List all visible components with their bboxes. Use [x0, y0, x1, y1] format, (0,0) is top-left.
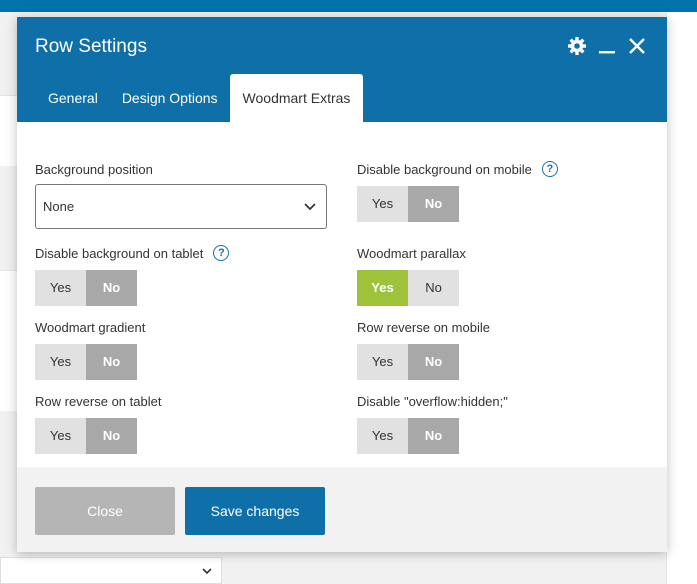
close-button[interactable]: Close [35, 487, 175, 535]
background-position-value: None [43, 199, 75, 214]
tab-design-options[interactable]: Design Options [110, 74, 230, 122]
row-settings-modal: Row Settings General Design Options Wood… [17, 17, 667, 552]
woodmart-parallax-label: Woodmart parallax [357, 245, 466, 261]
woodmart-gradient-label: Woodmart gradient [35, 319, 146, 335]
background-position-label: Background position [35, 161, 153, 177]
woodmart-gradient-toggle: Yes No [35, 344, 137, 380]
yes-option[interactable]: Yes [357, 270, 408, 306]
tab-bar: General Design Options Woodmart Extras [35, 74, 364, 122]
no-option[interactable]: No [86, 344, 137, 380]
yes-option[interactable]: Yes [357, 418, 408, 454]
chevron-down-icon [303, 199, 317, 218]
woodmart-gradient-field: Woodmart gradient Yes No [35, 318, 145, 380]
modal-body: Background position None Disable backgro… [17, 122, 667, 467]
yes-option[interactable]: Yes [357, 344, 408, 380]
no-option[interactable]: No [408, 344, 459, 380]
disable-bg-tablet-field: Disable background on tablet ? Yes No [35, 244, 230, 306]
tab-general[interactable]: General [35, 74, 110, 122]
disable-bg-mobile-toggle: Yes No [357, 186, 459, 222]
no-option[interactable]: No [86, 418, 137, 454]
background-position-select[interactable]: None [35, 184, 327, 229]
tab-woodmart-extras[interactable]: Woodmart Extras [229, 74, 364, 122]
yes-option[interactable]: Yes [357, 186, 408, 222]
no-option[interactable]: No [408, 418, 459, 454]
woodmart-parallax-field: Woodmart parallax Yes No [357, 244, 466, 306]
disable-bg-tablet-label: Disable background on tablet [35, 245, 204, 261]
row-reverse-tablet-label: Row reverse on tablet [35, 393, 162, 409]
no-option[interactable]: No [408, 186, 459, 222]
modal-title: Row Settings [35, 36, 147, 57]
woodmart-parallax-toggle: Yes No [357, 270, 459, 306]
background-panel [666, 12, 697, 584]
background-position-field: Background position None [35, 160, 327, 229]
disable-overflow-field: Disable "overflow:hidden;" Yes No [357, 392, 508, 454]
modal-header: Row Settings General Design Options Wood… [17, 17, 667, 122]
help-icon[interactable]: ? [213, 245, 230, 261]
modal-footer: Close Save changes [17, 467, 667, 552]
yes-option[interactable]: Yes [35, 270, 86, 306]
admin-top-bar [0, 0, 697, 12]
disable-bg-mobile-field: Disable background on mobile ? Yes No [357, 160, 558, 222]
yes-option[interactable]: Yes [35, 344, 86, 380]
disable-bg-mobile-label: Disable background on mobile [357, 161, 532, 177]
row-reverse-mobile-field: Row reverse on mobile Yes No [357, 318, 490, 380]
disable-overflow-label: Disable "overflow:hidden;" [357, 393, 508, 409]
yes-option[interactable]: Yes [35, 418, 86, 454]
row-reverse-mobile-toggle: Yes No [357, 344, 459, 380]
no-option[interactable]: No [408, 270, 459, 306]
save-changes-button[interactable]: Save changes [185, 487, 325, 535]
close-icon[interactable] [627, 36, 647, 56]
row-reverse-mobile-label: Row reverse on mobile [357, 319, 490, 335]
gear-icon[interactable] [567, 36, 587, 56]
disable-bg-tablet-toggle: Yes No [35, 270, 137, 306]
no-option[interactable]: No [86, 270, 137, 306]
minimize-icon[interactable] [597, 36, 617, 56]
row-reverse-tablet-field: Row reverse on tablet Yes No [35, 392, 161, 454]
background-select[interactable] [0, 557, 222, 584]
row-reverse-tablet-toggle: Yes No [35, 418, 137, 454]
disable-overflow-toggle: Yes No [357, 418, 459, 454]
help-icon[interactable]: ? [541, 161, 558, 177]
chevron-down-icon [201, 564, 213, 582]
